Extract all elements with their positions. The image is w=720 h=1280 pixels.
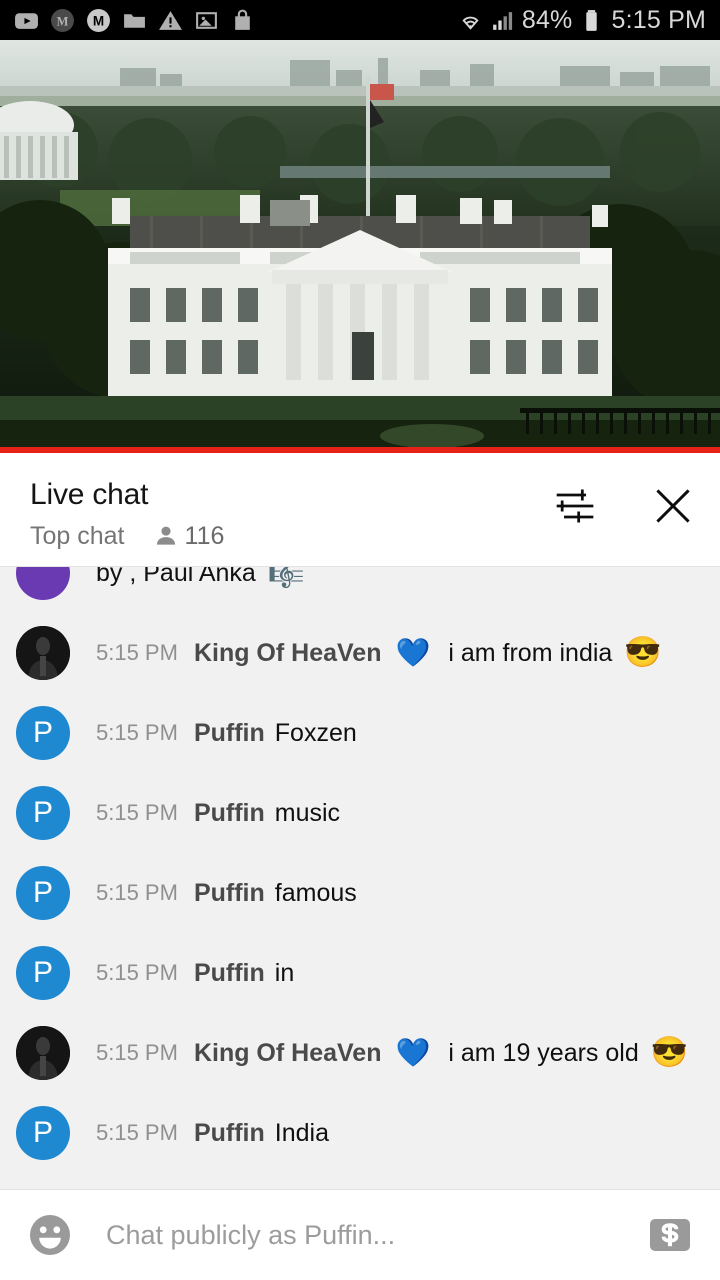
warning-icon xyxy=(159,10,182,30)
music-app-icon: M xyxy=(51,8,74,32)
message-body: 5:15 PM Puffin famous xyxy=(96,879,357,908)
message-body: 5:15 PM Puffin music xyxy=(96,799,340,828)
chat-input-bar xyxy=(0,1189,720,1280)
super-chat-button[interactable] xyxy=(646,1211,694,1259)
avatar-letter: P xyxy=(32,956,53,989)
messenger-icon: M xyxy=(87,8,110,32)
messages-container: 5:15 PM King Of HeaVen 💙 i am from india 😎 P 5… xyxy=(0,613,720,1173)
avatar-letter: P xyxy=(32,876,53,909)
chat-header-actions xyxy=(552,475,696,529)
avatar[interactable] xyxy=(16,567,70,600)
battery-percent-label: 84% xyxy=(521,5,573,34)
message-text: music xyxy=(274,798,341,827)
message-text: famous xyxy=(274,878,357,907)
message-text: i am from india xyxy=(448,638,613,667)
status-bar-system-icons: 84% 5:15 PM xyxy=(458,6,706,35)
list-item[interactable]: P 5:15 PM Puffin famous xyxy=(0,853,720,933)
tune-icon xyxy=(556,489,594,523)
message-timestamp: 5:15 PM xyxy=(96,640,178,665)
message-timestamp: 5:15 PM xyxy=(96,880,178,905)
message-emoji: 😎 xyxy=(624,636,662,669)
battery-icon xyxy=(586,9,598,31)
image-icon xyxy=(196,11,217,29)
video-player[interactable] xyxy=(0,40,720,453)
message-text: by , Paul Anka xyxy=(96,566,256,587)
list-item[interactable]: P 5:15 PM Puffin Foxzen xyxy=(0,693,720,773)
avatar[interactable] xyxy=(16,1026,70,1080)
music-score-emoji: 🎼 xyxy=(267,566,306,589)
message-author[interactable]: Puffin xyxy=(194,1119,265,1148)
message-timestamp: 5:15 PM xyxy=(96,800,178,825)
message-text: India xyxy=(274,1118,329,1147)
emoji-picker-button[interactable] xyxy=(26,1211,74,1259)
message-body: 5:15 PM Puffin in xyxy=(96,959,294,988)
list-item[interactable]: 5:15 PM King Of HeaVen 💙 i am from india 😎 xyxy=(0,613,720,693)
author-badge-emoji: 💙 xyxy=(395,637,431,668)
avatar[interactable] xyxy=(16,626,70,680)
message-emoji: 😎 xyxy=(650,1036,689,1069)
live-chat-message-list[interactable]: by , Paul Anka 🎼 5:15 PM King Of HeaVen 💙 i… xyxy=(0,566,720,1189)
avatar[interactable]: P xyxy=(16,1106,70,1160)
list-item[interactable]: P 5:15 PM Puffin India xyxy=(0,1093,720,1173)
status-bar-clock: 5:15 PM xyxy=(611,5,706,34)
message-text: in xyxy=(274,958,295,987)
message-author[interactable]: Puffin xyxy=(194,959,265,988)
video-frame xyxy=(0,40,720,453)
message-body: 5:15 PM Puffin Foxzen xyxy=(96,719,357,748)
message-author[interactable]: Puffin xyxy=(194,879,265,908)
cellular-signal-icon xyxy=(492,11,512,30)
avatar-photo xyxy=(16,626,70,680)
message-timestamp: 5:15 PM xyxy=(96,1120,178,1145)
svg-text:M: M xyxy=(93,13,104,28)
status-bar-notification-icons: M M xyxy=(14,8,458,33)
list-item[interactable]: 5:15 PM King Of HeaVen 💙 i am 19 years old 😎 xyxy=(0,1013,720,1093)
chat-subline: Top chat 116 xyxy=(30,521,552,551)
message-timestamp: 5:15 PM xyxy=(96,960,178,985)
viewer-count-group: 116 xyxy=(153,521,225,551)
avatar[interactable]: P xyxy=(16,946,70,1000)
youtube-icon xyxy=(15,12,38,29)
chat-message-input[interactable] xyxy=(106,1219,632,1251)
folder-icon xyxy=(124,13,145,28)
message-body: 5:15 PM King Of HeaVen 💙 i am 19 years old 😎 xyxy=(96,1038,688,1068)
live-chat-header: Live chat Top chat 116 xyxy=(0,453,720,566)
viewer-count-label: 116 xyxy=(184,522,225,550)
message-text: i am 19 years old xyxy=(448,1038,639,1067)
list-item[interactable]: P 5:15 PM Puffin in xyxy=(0,933,720,1013)
wifi-icon xyxy=(462,16,479,30)
list-item[interactable]: P 5:15 PM Puffin music xyxy=(0,773,720,853)
message-author[interactable]: Puffin xyxy=(194,719,265,748)
message-author[interactable]: King Of HeaVen xyxy=(194,639,382,668)
message-body: 5:15 PM King Of HeaVen 💙 i am from india 😎 xyxy=(96,638,662,668)
message-author[interactable]: Puffin xyxy=(194,799,265,828)
message-text: Foxzen xyxy=(274,718,357,747)
close-chat-button[interactable] xyxy=(650,483,696,529)
chat-header-text-group: Live chat Top chat 116 xyxy=(30,475,552,551)
avatar[interactable]: P xyxy=(16,706,70,760)
chat-mode-label[interactable]: Top chat xyxy=(30,521,125,551)
avatar-letter: P xyxy=(32,796,53,829)
message-body: 5:15 PM Puffin India xyxy=(96,1119,329,1148)
avatar-letter: P xyxy=(32,1116,53,1149)
avatar-photo xyxy=(16,1026,70,1080)
emoji-icon xyxy=(30,1215,70,1255)
author-badge-emoji: 💙 xyxy=(395,1037,431,1068)
chat-settings-button[interactable] xyxy=(552,483,598,529)
shopping-bag-icon xyxy=(235,9,250,30)
super-chat-icon xyxy=(650,1219,690,1251)
avatar-letter: P xyxy=(32,716,53,749)
message-timestamp: 5:15 PM xyxy=(96,1040,178,1065)
status-bar: M M 84% 5:15 PM xyxy=(0,0,720,40)
page-title: Live chat xyxy=(30,478,149,511)
avatar[interactable]: P xyxy=(16,786,70,840)
avatar[interactable]: P xyxy=(16,866,70,920)
person-icon xyxy=(156,526,175,545)
close-icon xyxy=(656,489,690,523)
chat-scroll-container: by , Paul Anka 🎼 5:15 PM King Of HeaVen 💙 i… xyxy=(0,566,720,1173)
list-item[interactable]: by , Paul Anka 🎼 xyxy=(0,566,720,613)
message-body: by , Paul Anka 🎼 xyxy=(96,566,306,589)
message-author[interactable]: King Of HeaVen xyxy=(194,1039,382,1068)
message-timestamp: 5:15 PM xyxy=(96,720,178,745)
svg-text:M: M xyxy=(57,14,69,28)
